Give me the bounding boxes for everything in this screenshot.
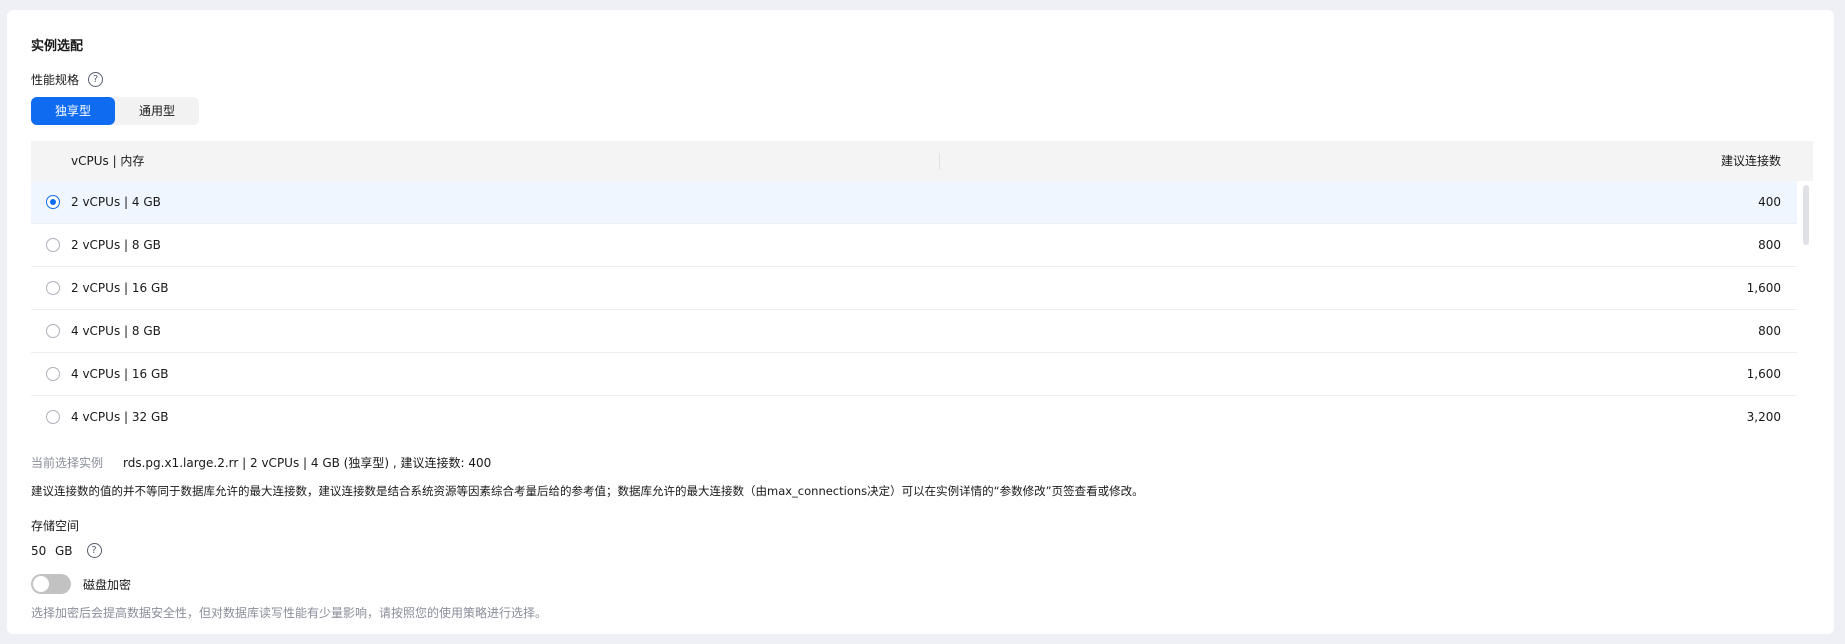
radio-button[interactable] [46, 410, 60, 424]
row-spec: 2 vCPUs | 16 GB [71, 281, 169, 295]
table-row[interactable]: 2 vCPUs | 16 GB 1,600 [31, 267, 1797, 310]
tab-general[interactable]: 通用型 [115, 97, 199, 125]
table-row[interactable]: 4 vCPUs | 16 GB 1,600 [31, 353, 1797, 396]
column-header-spec: vCPUs | 内存 [71, 154, 145, 168]
column-header-connections: 建议连接数 [1720, 154, 1781, 168]
row-spec: 4 vCPUs | 32 GB [71, 410, 169, 424]
table-row[interactable]: 2 vCPUs | 8 GB 800 [31, 224, 1797, 267]
table-row[interactable]: 2 vCPUs | 4 GB 400 [31, 181, 1797, 224]
row-connections: 800 [1758, 324, 1781, 338]
radio-button[interactable] [46, 195, 60, 209]
performance-spec-label: 性能规格 ? [31, 71, 104, 88]
storage-label: 存储空间 [31, 519, 80, 533]
row-spec: 4 vCPUs | 16 GB [71, 367, 169, 381]
table-row[interactable]: 4 vCPUs | 32 GB 3,200 [31, 396, 1797, 426]
row-spec: 4 vCPUs | 8 GB [71, 324, 161, 338]
radio-button[interactable] [46, 238, 60, 252]
connection-note: 建议连接数的值的并不等同于数据库允许的最大连接数，建议连接数是结合系统资源等因素… [31, 484, 1144, 498]
instance-type-tabs: 独享型 通用型 [31, 97, 199, 125]
radio-button[interactable] [46, 367, 60, 381]
current-selection: 当前选择实例 rds.pg.x1.large.2.rr | 2 vCPUs | … [31, 454, 491, 471]
tab-dedicated[interactable]: 独享型 [31, 97, 115, 125]
current-selection-value: rds.pg.x1.large.2.rr | 2 vCPUs | 4 GB (独… [123, 456, 492, 470]
performance-spec-label-text: 性能规格 [31, 73, 80, 87]
storage-value: 50 GB ? [31, 543, 102, 558]
help-icon[interactable]: ? [86, 543, 102, 558]
row-connections: 1,600 [1746, 367, 1781, 381]
table-scrollbar[interactable] [1801, 185, 1809, 415]
radio-button[interactable] [46, 324, 60, 338]
scrollbar-thumb[interactable] [1803, 185, 1809, 245]
instance-config-card: 实例选配 性能规格 ? 独享型 通用型 vCPUs | 内存 建议连接数 2 v… [7, 10, 1834, 634]
row-connections: 1,600 [1746, 281, 1781, 295]
row-spec: 2 vCPUs | 8 GB [71, 238, 161, 252]
current-selection-label: 当前选择实例 [31, 456, 104, 470]
storage-unit: GB [55, 543, 73, 558]
column-divider [939, 153, 940, 170]
disk-encryption-label: 磁盘加密 [83, 577, 132, 592]
disk-encryption-hint: 选择加密后会提高数据安全性，但对数据库读写性能有少量影响，请按照您的使用策略进行… [31, 606, 548, 620]
table-row[interactable]: 4 vCPUs | 8 GB 800 [31, 310, 1797, 353]
row-connections: 800 [1758, 238, 1781, 252]
disk-encryption-row: 磁盘加密 [31, 574, 131, 594]
table-body: 2 vCPUs | 4 GB 400 2 vCPUs | 8 GB 800 2 … [31, 181, 1797, 426]
row-connections: 3,200 [1746, 410, 1781, 424]
radio-button[interactable] [46, 281, 60, 295]
row-connections: 400 [1758, 195, 1781, 209]
section-title: 实例选配 [31, 39, 84, 54]
disk-encryption-toggle[interactable] [31, 574, 71, 594]
storage-amount: 50 [31, 543, 47, 558]
table-header: vCPUs | 内存 建议连接数 [31, 141, 1813, 181]
spec-table: vCPUs | 内存 建议连接数 2 vCPUs | 4 GB 400 2 vC… [31, 141, 1813, 426]
row-spec: 2 vCPUs | 4 GB [71, 195, 161, 209]
help-icon[interactable]: ? [88, 72, 104, 87]
